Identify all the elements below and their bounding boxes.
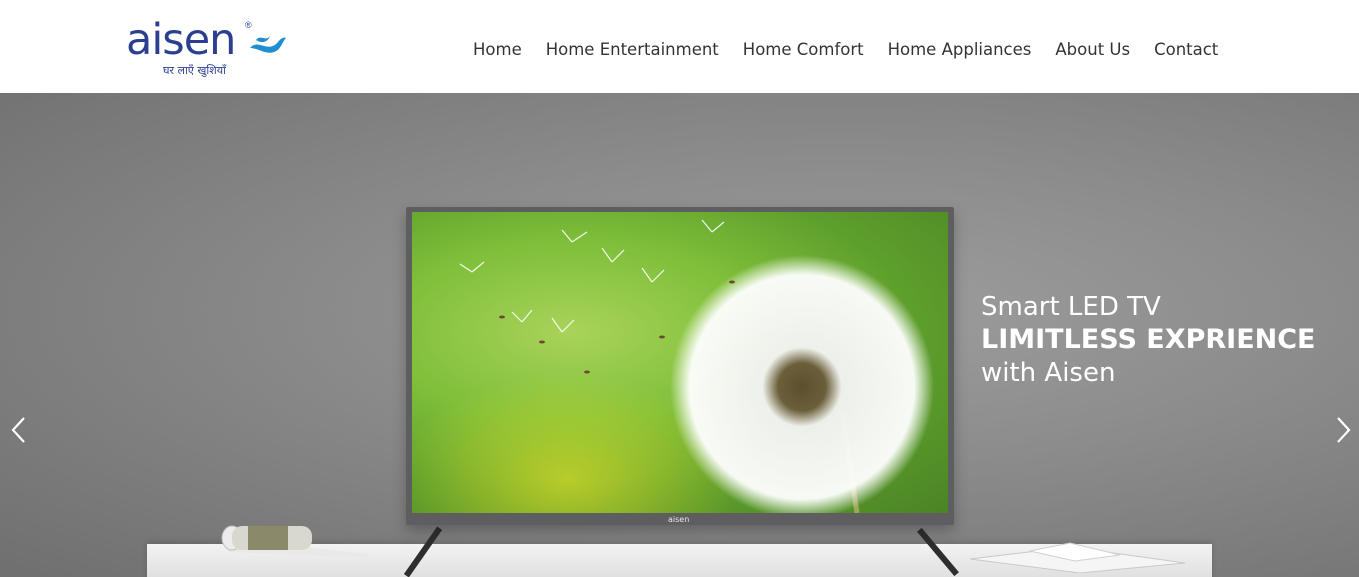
tv-screen <box>412 212 948 513</box>
hero-tagline: Smart LED TV LIMITLESS EXPRIENCE with Ai… <box>981 291 1316 389</box>
nav-contact[interactable]: Contact <box>1154 38 1218 62</box>
site-header: aisen ® घर लाएँ खुशियाँ Home Home Entert… <box>0 0 1359 93</box>
magazine-roll-image <box>221 525 368 558</box>
hero-line-2: LIMITLESS EXPRIENCE <box>981 324 1316 355</box>
nav-home[interactable]: Home <box>473 38 522 62</box>
main-nav: Home Home Entertainment Home Comfort Hom… <box>461 38 1242 62</box>
wave-icon <box>250 36 286 53</box>
hero-line-1: Smart LED TV <box>981 292 1161 322</box>
tv-brand-label: aisen <box>668 515 690 524</box>
open-book-image <box>970 542 1186 573</box>
nav-home-entertainment[interactable]: Home Entertainment <box>546 38 719 62</box>
nav-home-comfort[interactable]: Home Comfort <box>743 38 864 62</box>
brand-logo[interactable]: aisen ® घर लाएँ खुशियाँ <box>126 16 296 84</box>
hero-slider: aisen Smart LED TV LIMITLESS EXPRIENCE w… <box>0 93 1359 577</box>
logo-wordmark: aisen <box>126 15 236 65</box>
chevron-left-icon[interactable] <box>8 415 30 445</box>
dandelion-image <box>459 219 934 513</box>
tv-image: aisen <box>406 207 954 525</box>
nav-home-appliances[interactable]: Home Appliances <box>888 38 1032 62</box>
chevron-right-icon[interactable] <box>1332 415 1354 445</box>
logo-tagline: घर लाएँ खुशियाँ <box>163 64 226 77</box>
nav-about-us[interactable]: About Us <box>1055 38 1130 62</box>
hero-line-3: with Aisen <box>981 358 1116 388</box>
